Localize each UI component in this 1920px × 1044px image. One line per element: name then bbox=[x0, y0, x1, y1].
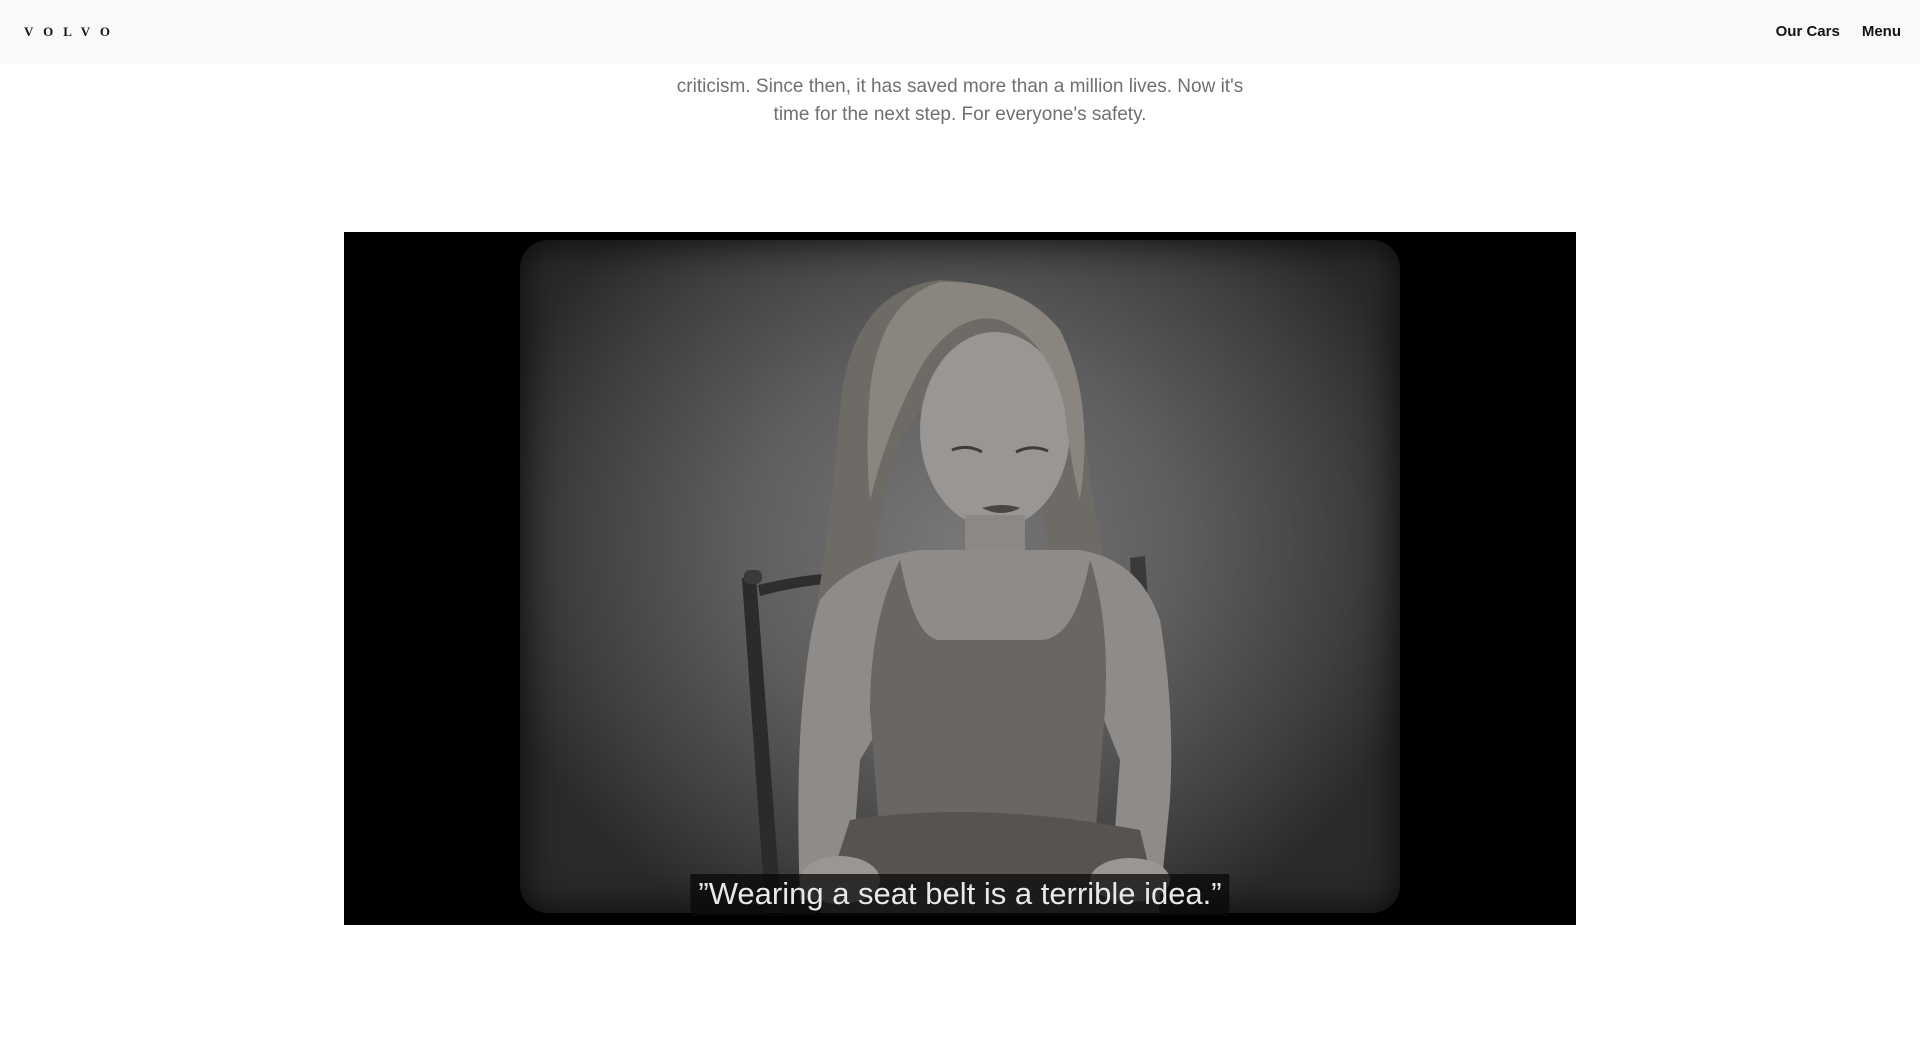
girl-figure-image bbox=[742, 280, 1172, 913]
video-subtitle: ”Wearing a seat belt is a terrible idea.… bbox=[690, 874, 1230, 916]
video-frame bbox=[520, 240, 1400, 913]
site-header: VOLVO Our Cars Menu bbox=[0, 0, 1920, 64]
volvo-logo[interactable]: VOLVO bbox=[24, 24, 120, 40]
intro-line-3: time for the next step. For everyone's s… bbox=[773, 104, 1147, 125]
nav-our-cars[interactable]: Our Cars bbox=[1776, 23, 1840, 40]
intro-line-2: criticism. Since then, it has saved more… bbox=[676, 76, 1244, 97]
header-nav: Our Cars Menu bbox=[1776, 23, 1901, 40]
video-player[interactable]: ”Wearing a seat belt is a terrible idea.… bbox=[344, 232, 1576, 925]
nav-menu[interactable]: Menu bbox=[1862, 23, 1901, 40]
